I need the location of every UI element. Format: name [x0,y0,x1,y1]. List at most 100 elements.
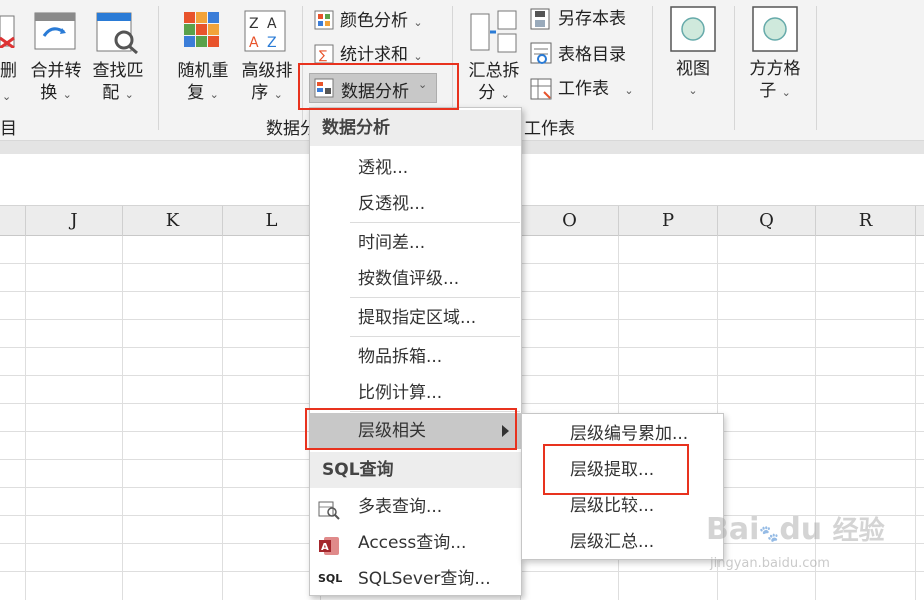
stats-sum-icon: ∑ [314,44,334,64]
chevron-down-icon: ⌄ [62,88,72,101]
ribbon-separator [652,6,653,130]
watermark-cn: 经验 [832,516,885,546]
column-header-partial[interactable] [0,206,26,236]
summary-split-icon [470,10,518,54]
advanced-sort-button[interactable]: 高级排 序 ⌄ [236,60,298,106]
menu-separator [350,297,520,298]
table-directory-icon [530,42,554,66]
svg-text:A: A [267,16,277,32]
sqlserver-query-label: SQLSever查询... [358,569,491,589]
menu-item-rank-by-value[interactable]: 按数值评级... [310,261,521,297]
sql-icon: SQL [318,572,343,585]
submenu-item-level-summary[interactable]: 层级汇总... [522,524,723,560]
watermark-url: jingyan.baidu.com [710,556,830,571]
advanced-sort-icon: ZAAZ [244,10,286,52]
menu-separator [350,336,520,337]
menu-separator [350,222,520,223]
chevron-down-icon: ⌄ [781,86,791,99]
ribbon-separator [158,6,159,130]
column-header-r[interactable]: R [816,206,916,236]
baidu-watermark: Bai🐾du 经验 jingyan.baidu.com [706,500,886,580]
delete-icon [0,14,18,50]
access-query-label: Access查询... [358,533,467,553]
merge-convert-icon [34,12,76,50]
stats-sum-label: 统计求和 [340,45,408,65]
svg-text:A: A [321,542,329,553]
chevron-down-icon: ⌄ [273,88,283,101]
paw-icon: 🐾 [759,524,780,543]
column-header-q[interactable]: Q [718,206,816,236]
save-as-icon [530,8,552,30]
worksheet-button[interactable]: 工作表 ⌄ [558,78,634,102]
column-header-j[interactable]: J [26,206,123,236]
multi-table-query-icon [318,497,340,520]
worksheet-icon [530,78,554,102]
menu-item-multi-table[interactable]: 多表查询... [310,489,521,525]
group-label-worksheet: 工作表 [524,119,575,139]
summary-split-button[interactable]: 汇总拆 分 ⌄ [464,60,524,106]
random-repeat-label-2: 复 [187,83,205,103]
find-match-button[interactable]: 查找匹 配 ⌄ [88,60,148,106]
square-grid-icon [752,6,798,52]
multi-table-label: 多表查询... [358,497,443,517]
chevron-down-icon: ⌄ [2,90,12,103]
find-match-label-1: 查找匹 [92,61,144,81]
column-header-k[interactable]: K [123,206,223,236]
chevron-down-icon: ⌄ [413,50,423,63]
svg-text:Z: Z [267,35,277,51]
menu-item-time-diff[interactable]: 时间差... [310,225,521,261]
menu-header-sql: SQL查询 [310,452,521,488]
merge-convert-label-2-row: 换 ⌄ [26,82,86,106]
find-match-icon [96,12,140,55]
square-grid-label-2: 子 [759,81,777,101]
column-header-p[interactable]: P [619,206,718,236]
highlight-box-level-related [305,408,517,450]
summary-split-label-1: 汇总拆 [468,61,520,81]
table-directory-button[interactable]: 表格目录 [558,44,626,66]
column-header-l[interactable]: L [223,206,321,236]
chevron-down-icon: ⌄ [124,88,134,101]
highlight-box-level-extract [543,444,689,495]
menu-item-pivot[interactable]: 透视... [310,150,521,186]
random-repeat-button[interactable]: 随机重 复 ⌄ [172,60,234,106]
column-header-o[interactable]: O [521,206,619,236]
ribbon-separator [734,6,735,130]
save-as-table-button[interactable]: 另存本表 [558,8,626,30]
menu-item-sqlserver-query[interactable]: SQL SQLSever查询... [310,561,521,597]
svg-text:∑: ∑ [319,48,327,62]
color-analysis-button[interactable]: 颜色分析 ⌄ [340,10,423,34]
square-grid-button[interactable]: 方方格 子 ⌄ [740,58,810,104]
watermark-logo: Bai🐾du 经验 [706,510,885,547]
view-label: 视图 [676,59,710,79]
menu-item-item-unbox[interactable]: 物品拆箱... [310,339,521,375]
col-line [222,236,223,600]
group-label-left: 目 [0,119,17,139]
col-line [915,236,916,600]
color-analysis-icon [314,10,334,30]
col-line [25,236,26,600]
merge-convert-button[interactable]: 合并转 换 ⌄ [26,60,86,106]
random-repeat-label-2-row: 复 ⌄ [172,82,234,106]
data-analysis-menu: 数据分析 透视... 反透视... 时间差... 按数值评级... 提取指定区域… [309,107,522,596]
svg-text:Z: Z [249,16,259,32]
merge-convert-label-2: 换 [40,83,58,103]
summary-split-label-2-row: 分 ⌄ [464,82,524,106]
access-icon: A [318,533,340,555]
merge-convert-label-1: 合并转 [30,61,82,81]
random-repeat-icon [182,10,222,52]
watermark-du: du [779,512,823,547]
menu-item-extract-region[interactable]: 提取指定区域... [310,300,521,336]
find-match-label-2: 配 [102,83,120,103]
view-button[interactable]: 视图 ⌄ [664,58,722,102]
menu-item-unpivot[interactable]: 反透视... [310,186,521,222]
find-match-label-2-row: 配 ⌄ [88,82,148,106]
menu-item-ratio-calc[interactable]: 比例计算... [310,375,521,411]
advanced-sort-label-2: 序 [251,83,269,103]
chevron-down-icon: ⌄ [688,84,698,97]
worksheet-label: 工作表 [558,79,609,99]
delete-button-label[interactable]: 删 [0,60,17,82]
excel-window: 删 ⌄ 目 合并转 换 ⌄ 查找匹 配 ⌄ 随机重 复 ⌄ ZAAZ 高级排 序… [0,0,924,600]
menu-item-access-query[interactable]: A Access查询... [310,525,521,561]
color-analysis-label: 颜色分析 [340,11,408,31]
advanced-sort-label-1: 高级排 [241,61,293,81]
